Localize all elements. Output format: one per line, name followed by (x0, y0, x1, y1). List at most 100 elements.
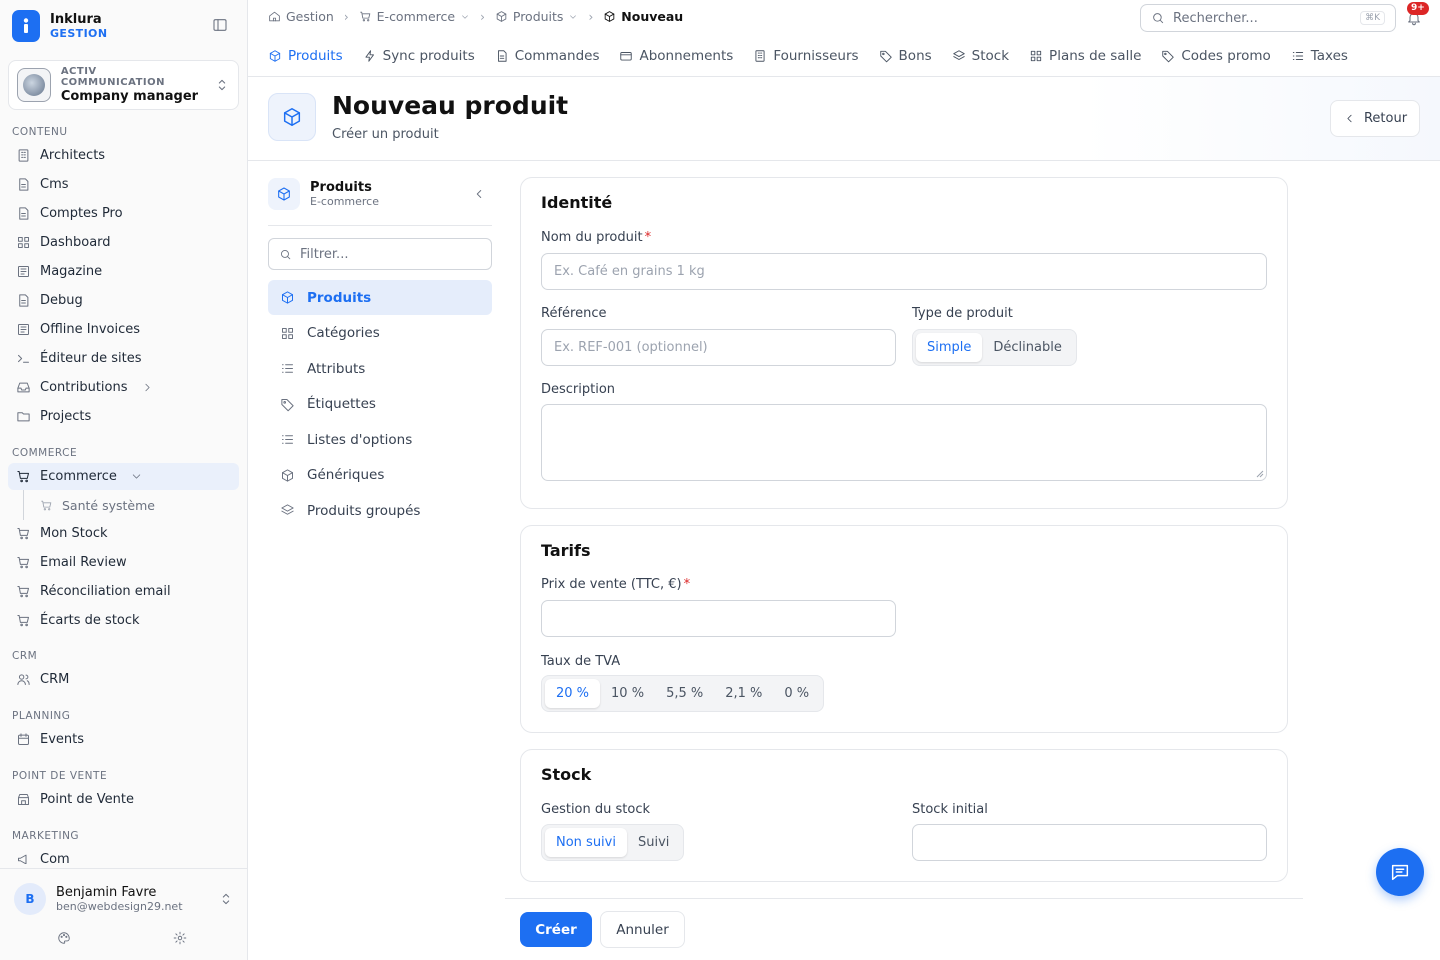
subnav-subtitle: E-commerce (310, 195, 379, 208)
chat-button[interactable] (1376, 848, 1424, 896)
grid-icon (282, 327, 293, 339)
sidebar-item-reconciliation-email[interactable]: Réconciliation email (8, 578, 239, 605)
back-button[interactable]: Retour (1330, 100, 1420, 137)
vat-option-0[interactable]: 0 % (773, 679, 820, 708)
sidebar-item-editeur-de-sites[interactable]: Éditeur de sites (8, 345, 239, 372)
reference-input[interactable]: Ex. REF-001 (optionnel) (541, 329, 896, 366)
sidebar-item-point-de-vente[interactable]: Point de Vente (8, 786, 239, 813)
price-label: Prix de vente (TTC, €) * (541, 577, 690, 592)
sidebar-item-label: Écarts de stock (40, 613, 140, 628)
vat-option-20[interactable]: 20 % (545, 679, 601, 708)
box-icon (496, 11, 507, 22)
sidebar-item-sante-systeme[interactable]: Santé système (8, 490, 239, 520)
initial-stock-input[interactable] (912, 824, 1267, 861)
tab-commandes[interactable]: Commandes (485, 34, 610, 76)
subnav-item-categories[interactable]: Catégories (268, 316, 492, 351)
tab-label: Abonnements (639, 47, 734, 64)
product-type-declinable[interactable]: Déclinable (982, 333, 1072, 362)
breadcrumb-produits[interactable]: Produits (495, 9, 579, 24)
sidebar-item-cms[interactable]: Cms (8, 171, 239, 198)
tab-produits[interactable]: Produits (258, 34, 353, 76)
breadcrumb-separator: › (480, 9, 485, 24)
chevron-up-down-icon[interactable] (218, 891, 234, 907)
tab-bons[interactable]: Bons (869, 34, 942, 76)
sidebar-item-email-review[interactable]: Email Review (8, 549, 239, 576)
user-email: ben@webdesign29.net (56, 900, 183, 913)
sidebar-item-label: Comptes Pro (40, 206, 123, 221)
sidebar-item-comptes-pro[interactable]: Comptes Pro (8, 200, 239, 227)
chevron-down-icon (462, 14, 468, 19)
sidebar-item-com[interactable]: Com (8, 846, 239, 864)
sidebar-item-ecommerce[interactable]: Ecommerce (8, 463, 239, 490)
sidebar-item-events[interactable]: Events (8, 726, 239, 753)
sidebar-item-dashboard[interactable]: Dashboard (8, 229, 239, 256)
resize-handle-icon[interactable] (1256, 470, 1264, 478)
product-type-toggle: Simple Déclinable (912, 329, 1077, 366)
subnav-item-produits[interactable]: Produits (268, 280, 492, 315)
subnav-item-listes-options[interactable]: Listes d'options (268, 422, 492, 457)
megaphone-icon (18, 854, 27, 864)
palette-icon[interactable] (57, 931, 71, 945)
subnav-item-produits-groupes[interactable]: Produits groupés (268, 493, 492, 528)
sidebar-item-architects[interactable]: Architects (8, 142, 239, 169)
tab-taxes[interactable]: Taxes (1281, 34, 1358, 76)
sidebar-item-crm[interactable]: CRM (8, 666, 239, 693)
sidebar-toggle-icon[interactable] (212, 17, 228, 33)
tab-label: Stock (971, 47, 1010, 64)
search-shortcut: ⌘K (1360, 11, 1385, 25)
subnav-item-attributs[interactable]: Attributs (268, 351, 492, 386)
search-placeholder: Rechercher... (1173, 10, 1258, 26)
tab-abonnements[interactable]: Abonnements (609, 34, 743, 76)
vat-option-10[interactable]: 10 % (600, 679, 655, 708)
subnav-item-label: Produits (307, 289, 372, 306)
gear-icon[interactable] (173, 931, 187, 945)
subnav-item-label: Étiquettes (307, 396, 376, 412)
stock-management-label: Gestion du stock (541, 802, 651, 817)
tab-stock[interactable]: Stock (942, 34, 1019, 76)
subnav-item-generiques[interactable]: Génériques (268, 458, 492, 493)
page-subtitle: Créer un produit (332, 127, 439, 142)
document-icon (19, 178, 29, 191)
identity-card: Identité Nom du produit * Ex. Café en gra… (520, 177, 1288, 509)
sidebar-item-ecarts-de-stock[interactable]: Écarts de stock (8, 607, 239, 634)
brand[interactable]: Inklura GESTION (12, 10, 107, 42)
sidebar-item-mon-stock[interactable]: Mon Stock (8, 520, 239, 547)
company-role: Company manager (60, 89, 199, 104)
search-input[interactable]: Rechercher... ⌘K (1140, 4, 1396, 32)
stock-option-non-suivi[interactable]: Non suivi (545, 828, 627, 857)
newspaper-icon (18, 266, 29, 277)
chevron-left-icon[interactable] (472, 187, 486, 201)
cancel-button[interactable]: Annuler (600, 911, 685, 948)
product-type-simple[interactable]: Simple (916, 333, 983, 362)
breadcrumb-gestion[interactable]: Gestion (268, 9, 334, 24)
sidebar-item-contributions[interactable]: Contributions (8, 374, 239, 401)
user-menu[interactable]: B Benjamin Favre ben@webdesign29.net (14, 883, 183, 915)
create-button[interactable]: Créer (520, 912, 592, 947)
product-name-input[interactable]: Ex. Café en grains 1 kg (541, 253, 1267, 290)
description-label: Description (541, 382, 616, 397)
tab-codes-promo[interactable]: Codes promo (1151, 34, 1280, 76)
stock-option-suivi[interactable]: Suivi (627, 828, 680, 857)
tab-fournisseurs[interactable]: Fournisseurs (743, 34, 868, 76)
tag-icon (1162, 50, 1175, 62)
vat-option-2-1[interactable]: 2,1 % (714, 679, 773, 708)
vat-option-5-5[interactable]: 5,5 % (655, 679, 714, 708)
sidebar-item-offline-invoices[interactable]: Offline Invoices (8, 316, 239, 343)
sidebar-item-debug[interactable]: Debug (8, 287, 239, 314)
price-input[interactable] (541, 600, 896, 637)
description-textarea[interactable] (541, 404, 1267, 481)
breadcrumb-ecommerce[interactable]: E-commerce (359, 9, 470, 24)
sidebar-item-projects[interactable]: Projects (8, 403, 239, 430)
breadcrumb-separator: › (343, 9, 349, 24)
sidebar-nav-pos: POINT DE VENTE Point de Vente (8, 768, 239, 813)
tab-label: Taxes (1310, 47, 1348, 64)
subnav-item-etiquettes[interactable]: Étiquettes (268, 387, 492, 422)
search-icon (1153, 13, 1164, 24)
filter-input[interactable]: Filtrer... (268, 238, 492, 270)
sidebar-item-magazine[interactable]: Magazine (8, 258, 239, 285)
tab-sync-produits[interactable]: Sync produits (353, 34, 485, 76)
home-icon (269, 11, 280, 22)
user-panel: B Benjamin Favre ben@webdesign29.net (0, 868, 247, 960)
company-switcher[interactable]: ACTIV COMMUNICATION Company manager (8, 60, 239, 110)
tab-plans-de-salle[interactable]: Plans de salle (1019, 34, 1151, 76)
